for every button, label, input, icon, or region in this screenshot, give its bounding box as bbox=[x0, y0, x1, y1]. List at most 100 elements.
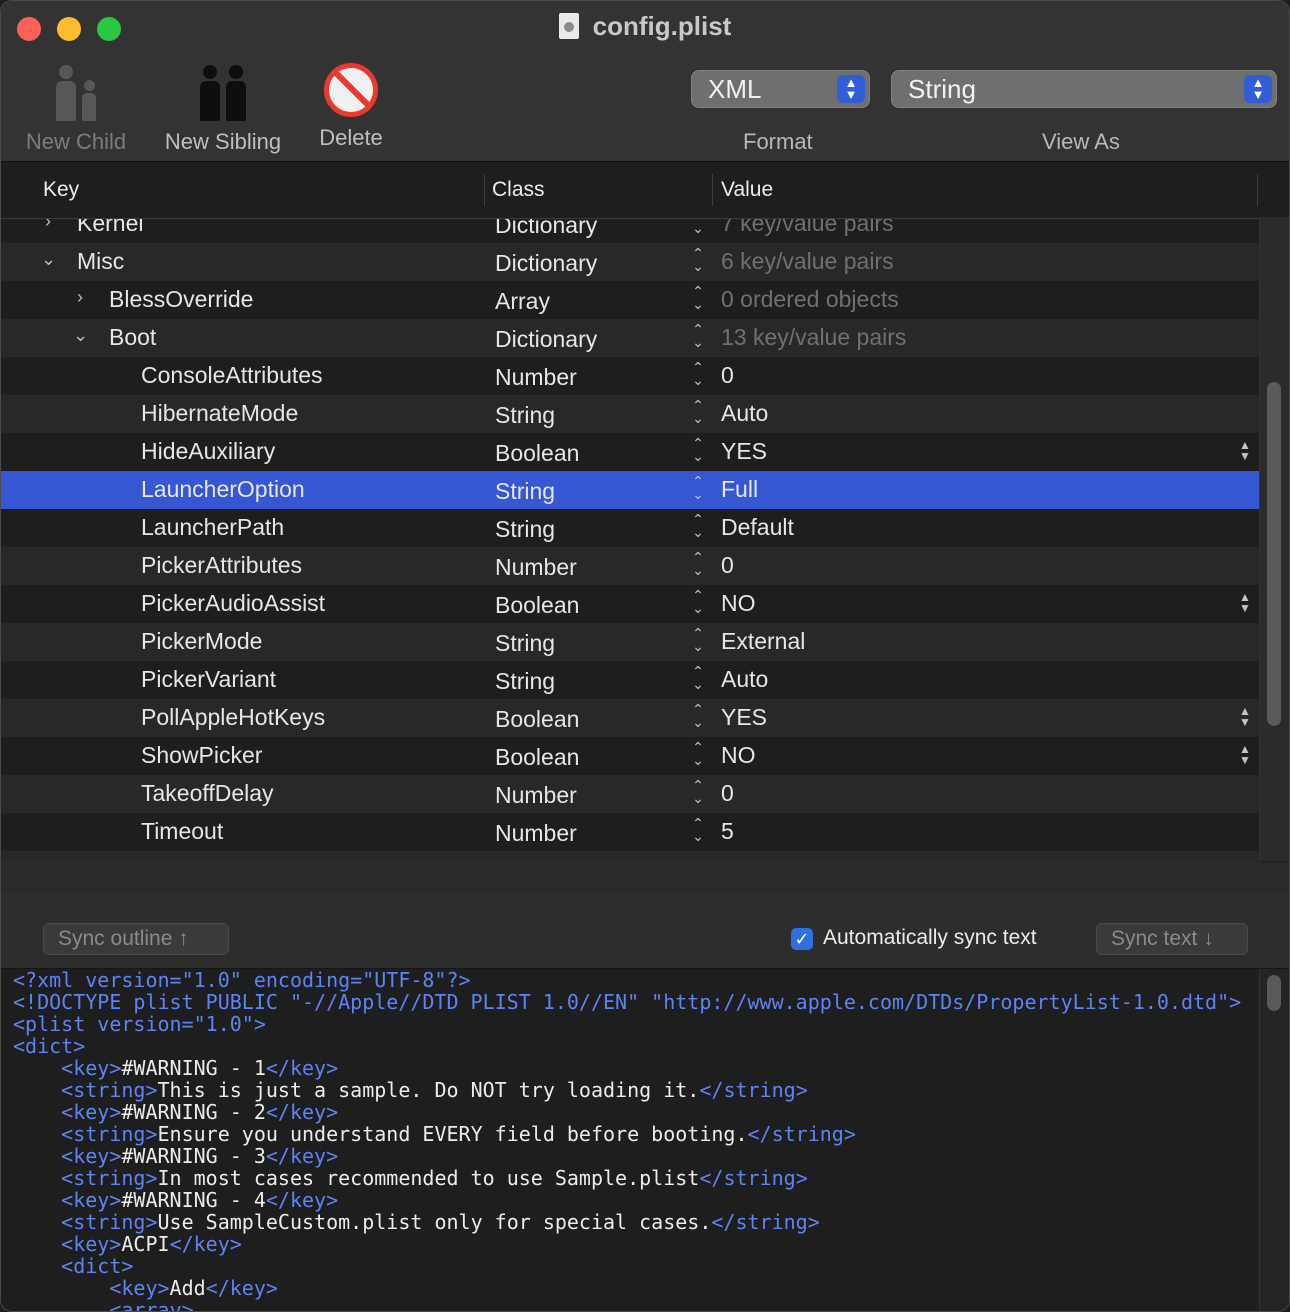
class-stepper-icon[interactable]: ⌃⌄ bbox=[687, 816, 709, 843]
row-key[interactable]: LauncherPath bbox=[141, 514, 284, 541]
row-value[interactable]: 5 bbox=[721, 818, 734, 845]
row-class[interactable]: String bbox=[495, 402, 555, 429]
class-stepper-icon[interactable]: ⌃⌄ bbox=[687, 474, 709, 501]
row-value[interactable]: NO bbox=[721, 742, 756, 769]
row-value[interactable]: 0 bbox=[721, 362, 734, 389]
auto-sync-checkbox[interactable]: ✓ bbox=[791, 928, 813, 950]
value-popup-chevron-icon[interactable]: ▲ ▼ bbox=[1235, 591, 1255, 614]
row-class[interactable]: Number bbox=[495, 782, 577, 809]
outline-row[interactable]: TakeoffDelay Number ⌃ ⌄ 0 bbox=[1, 775, 1259, 813]
row-value[interactable]: Full bbox=[721, 476, 758, 503]
outline-row[interactable]: › BlessOverride Array ⌃ ⌄ 0 ordered objects bbox=[1, 281, 1259, 319]
row-key[interactable]: Boot bbox=[109, 324, 156, 351]
xml-text-editor[interactable]: <?xml version="1.0" encoding="UTF-8"?> <!… bbox=[1, 969, 1289, 1311]
plist-outline-view[interactable]: ›KernelDictionary⌃⌄7 key/value pairs⌄Mis… bbox=[1, 162, 1289, 862]
disclosure-collapsed-icon[interactable]: › bbox=[77, 287, 83, 308]
class-stepper-icon[interactable]: ⌃⌄ bbox=[687, 550, 709, 577]
row-key[interactable]: LauncherOption bbox=[141, 476, 305, 503]
row-class[interactable]: Boolean bbox=[495, 592, 579, 619]
row-class[interactable]: String bbox=[495, 668, 555, 695]
row-value[interactable]: 0 bbox=[721, 552, 734, 579]
outline-row[interactable]: HideAuxiliary Boolean ⌃ ⌄ YES ▲ ▼ bbox=[1, 433, 1259, 471]
outline-row[interactable]: Timeout Number ⌃ ⌄ 5 bbox=[1, 813, 1259, 851]
sync-text-button[interactable]: Sync text ↓ bbox=[1096, 923, 1248, 955]
row-value[interactable]: YES bbox=[721, 704, 767, 731]
class-stepper-icon[interactable]: ⌃⌄ bbox=[687, 588, 709, 615]
column-header-value[interactable]: Value bbox=[721, 178, 773, 202]
row-value[interactable]: External bbox=[721, 628, 805, 655]
delete-button[interactable]: Delete bbox=[309, 59, 393, 151]
row-class[interactable]: String bbox=[495, 516, 555, 543]
row-class[interactable]: Boolean bbox=[495, 706, 579, 733]
row-class[interactable]: String bbox=[495, 478, 555, 505]
class-stepper-icon[interactable]: ⌃⌄ bbox=[687, 398, 709, 425]
outline-row[interactable]: PickerVariant String ⌃ ⌄ Auto bbox=[1, 661, 1259, 699]
row-value[interactable]: 0 bbox=[721, 780, 734, 807]
value-popup-chevron-icon[interactable]: ▲ ▼ bbox=[1235, 705, 1255, 728]
outline-row[interactable]: LauncherOption String ⌃ ⌄ Full bbox=[1, 471, 1259, 509]
split-view-divider[interactable] bbox=[1, 862, 1289, 893]
row-key[interactable]: ConsoleAttributes bbox=[141, 362, 323, 389]
row-key[interactable]: PickerAudioAssist bbox=[141, 590, 325, 617]
row-value[interactable]: Default bbox=[721, 514, 794, 541]
row-key[interactable]: HideAuxiliary bbox=[141, 438, 275, 465]
class-stepper-icon[interactable]: ⌃⌄ bbox=[687, 778, 709, 805]
outline-scrollbar-thumb[interactable] bbox=[1267, 382, 1281, 726]
value-popup-chevron-icon[interactable]: ▲ ▼ bbox=[1235, 743, 1255, 766]
outline-row[interactable]: ⌄ Misc Dictionary ⌃ ⌄ 6 key/value pairs bbox=[1, 243, 1259, 281]
format-popup[interactable]: XML ▲ ▼ bbox=[691, 70, 870, 108]
outline-row[interactable]: PickerAudioAssist Boolean ⌃ ⌄ NO ▲ ▼ bbox=[1, 585, 1259, 623]
row-key[interactable]: PickerMode bbox=[141, 628, 262, 655]
editor-scroll-track[interactable] bbox=[1259, 969, 1289, 1311]
outline-row-partial[interactable] bbox=[1, 851, 1259, 862]
row-class[interactable]: Number bbox=[495, 364, 577, 391]
row-key[interactable]: Misc bbox=[77, 248, 124, 275]
row-class[interactable]: Dictionary bbox=[495, 326, 597, 353]
row-key[interactable]: PickerAttributes bbox=[141, 552, 302, 579]
new-sibling-button[interactable]: New Sibling bbox=[159, 59, 287, 155]
column-header-class[interactable]: Class bbox=[492, 178, 545, 202]
row-class[interactable]: Number bbox=[495, 554, 577, 581]
class-stepper-icon[interactable]: ⌃⌄ bbox=[687, 322, 709, 349]
class-stepper-icon[interactable]: ⌃⌄ bbox=[687, 360, 709, 387]
row-key[interactable]: ShowPicker bbox=[141, 742, 262, 769]
row-class[interactable]: String bbox=[495, 630, 555, 657]
row-class[interactable]: Number bbox=[495, 820, 577, 847]
class-stepper-icon[interactable]: ⌃⌄ bbox=[687, 626, 709, 653]
row-key[interactable]: HibernateMode bbox=[141, 400, 298, 427]
row-class[interactable]: Boolean bbox=[495, 440, 579, 467]
class-stepper-icon[interactable]: ⌃⌄ bbox=[687, 436, 709, 463]
row-key[interactable]: Timeout bbox=[141, 818, 223, 845]
column-header-key[interactable]: Key bbox=[43, 178, 79, 202]
row-key[interactable]: BlessOverride bbox=[109, 286, 253, 313]
class-stepper-icon[interactable]: ⌃⌄ bbox=[687, 664, 709, 691]
new-child-button[interactable]: New Child bbox=[21, 59, 131, 155]
row-class[interactable]: Dictionary bbox=[495, 250, 597, 277]
class-stepper-icon[interactable]: ⌃⌄ bbox=[687, 740, 709, 767]
row-value[interactable]: Auto bbox=[721, 666, 768, 693]
outline-row[interactable]: ConsoleAttributes Number ⌃ ⌄ 0 bbox=[1, 357, 1259, 395]
outline-row[interactable]: PickerAttributes Number ⌃ ⌄ 0 bbox=[1, 547, 1259, 585]
outline-row[interactable]: ShowPicker Boolean ⌃ ⌄ NO ▲ ▼ bbox=[1, 737, 1259, 775]
xml-source-text[interactable]: <?xml version="1.0" encoding="UTF-8"?> <!… bbox=[13, 969, 1241, 1311]
row-value[interactable]: NO bbox=[721, 590, 756, 617]
value-popup-chevron-icon[interactable]: ▲ ▼ bbox=[1235, 439, 1255, 462]
outline-row[interactable]: PollAppleHotKeys Boolean ⌃ ⌄ YES ▲ ▼ bbox=[1, 699, 1259, 737]
class-stepper-icon[interactable]: ⌃⌄ bbox=[687, 246, 709, 273]
row-value[interactable]: YES bbox=[721, 438, 767, 465]
disclosure-expanded-icon[interactable]: ⌄ bbox=[73, 325, 88, 346]
class-stepper-icon[interactable]: ⌃⌄ bbox=[687, 284, 709, 311]
row-value[interactable]: 0 ordered objects bbox=[721, 286, 899, 313]
row-value[interactable]: 6 key/value pairs bbox=[721, 248, 894, 275]
row-key[interactable]: PollAppleHotKeys bbox=[141, 704, 325, 731]
outline-row[interactable]: HibernateMode String ⌃ ⌄ Auto bbox=[1, 395, 1259, 433]
disclosure-expanded-icon[interactable]: ⌄ bbox=[41, 249, 56, 270]
sync-outline-button[interactable]: Sync outline ↑ bbox=[43, 923, 229, 955]
row-key[interactable]: TakeoffDelay bbox=[141, 780, 274, 807]
editor-scrollbar-thumb[interactable] bbox=[1267, 975, 1281, 1011]
view-as-popup[interactable]: String ▲ ▼ bbox=[891, 70, 1277, 108]
outline-row[interactable]: LauncherPath String ⌃ ⌄ Default bbox=[1, 509, 1259, 547]
row-class[interactable]: Array bbox=[495, 288, 550, 315]
outline-row[interactable]: ⌄ Boot Dictionary ⌃ ⌄ 13 key/value pairs bbox=[1, 319, 1259, 357]
class-stepper-icon[interactable]: ⌃⌄ bbox=[687, 512, 709, 539]
